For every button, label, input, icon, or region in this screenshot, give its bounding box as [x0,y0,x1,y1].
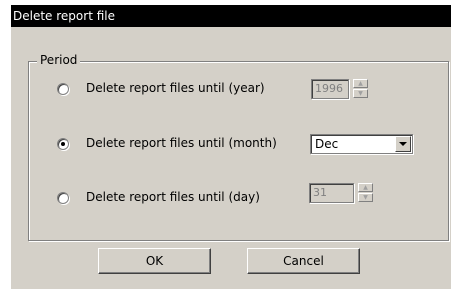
month-dropdown[interactable]: Dec [310,134,413,154]
year-option-label[interactable]: Delete report files until (year) [86,80,265,96]
ok-button[interactable]: OK [98,248,211,274]
radio-selected-dot [61,142,65,146]
year-spin-up[interactable]: ▲ [353,79,368,88]
day-option-label[interactable]: Delete report files until (day) [86,189,260,205]
period-group-label: Period [37,52,81,68]
delete-report-dialog: Delete report file Period Delete report … [11,5,451,289]
year-radio[interactable] [57,83,69,95]
dropdown-arrow-button[interactable] [395,136,411,152]
month-dropdown-value: Dec [315,137,339,151]
day-field[interactable]: 31 [309,183,354,203]
chevron-down-icon [399,142,407,146]
month-radio[interactable] [57,138,69,150]
day-spin-down[interactable]: ▼ [358,193,373,202]
day-spin-up[interactable]: ▲ [358,183,373,192]
cancel-button[interactable]: Cancel [247,248,360,274]
year-spin-down[interactable]: ▼ [353,89,368,98]
dialog-title: Delete report file [11,5,451,27]
year-field[interactable]: 1996 [311,79,349,99]
day-radio[interactable] [57,192,69,204]
month-option-label[interactable]: Delete report files until (month) [86,135,277,151]
